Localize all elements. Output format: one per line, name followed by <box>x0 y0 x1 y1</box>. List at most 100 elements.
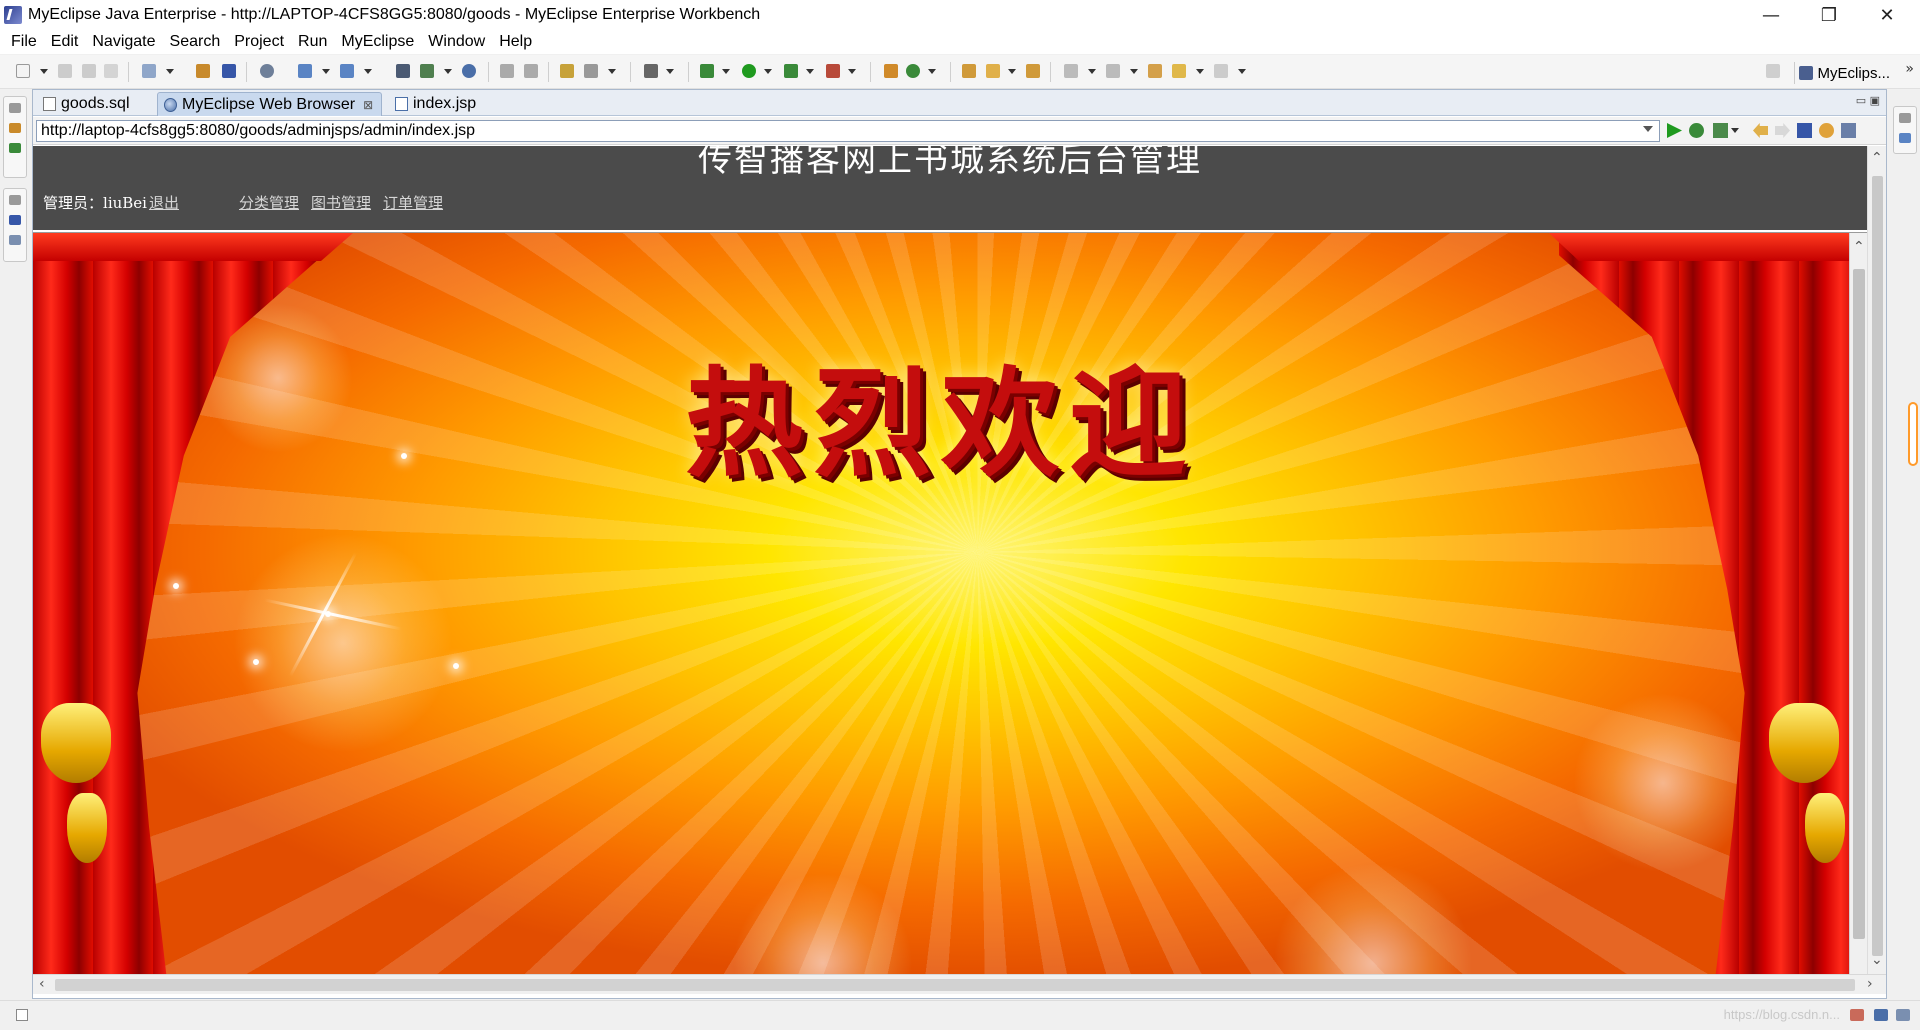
browser-refresh-icon[interactable] <box>1819 123 1834 138</box>
run-external-icon[interactable] <box>784 64 798 78</box>
perspective-more-icon[interactable]: » <box>1905 61 1914 77</box>
debug-dropdown-icon[interactable] <box>722 69 730 74</box>
wizard-icon[interactable] <box>298 64 312 78</box>
terminal-icon[interactable] <box>644 64 658 78</box>
coverage-dropdown-icon[interactable] <box>848 69 856 74</box>
browser-back-icon[interactable] <box>1753 123 1768 138</box>
update-icon[interactable] <box>1850 1009 1864 1021</box>
hierarchy-icon[interactable] <box>9 143 21 153</box>
run-config-dropdown-icon[interactable] <box>1731 128 1739 133</box>
folder-open-icon[interactable] <box>1026 64 1040 78</box>
tab-close-icon[interactable]: ⊠ <box>363 98 373 112</box>
scroll-right-arrow-icon[interactable]: › <box>1867 976 1873 992</box>
menu-search[interactable]: Search <box>163 33 228 51</box>
restore-view-icon-2[interactable] <box>9 195 21 205</box>
prev-annotation-dropdown-icon[interactable] <box>1130 69 1138 74</box>
progress-icon[interactable] <box>1896 1009 1910 1021</box>
next-annotation-icon[interactable] <box>1064 64 1078 78</box>
web-project-icon[interactable] <box>420 64 434 78</box>
category-management-link[interactable]: 分类管理 <box>239 192 299 213</box>
scroll-up-arrow-icon[interactable]: ⌃ <box>1871 150 1883 166</box>
tab-index-jsp[interactable]: index.jsp <box>389 92 484 116</box>
new-dropdown-icon[interactable] <box>40 69 48 74</box>
search-dropdown-icon[interactable] <box>608 69 616 74</box>
fast-view-icon[interactable] <box>16 1009 28 1021</box>
server-icon[interactable] <box>260 64 274 78</box>
menu-project[interactable]: Project <box>227 33 291 51</box>
perspective-switcher[interactable]: MyEclips... <box>1794 62 1894 84</box>
debug-page-icon[interactable] <box>1689 123 1704 138</box>
debug-icon[interactable] <box>700 64 714 78</box>
browser-stop-icon[interactable] <box>1797 123 1812 138</box>
logout-link[interactable]: 退出 <box>149 192 179 213</box>
scroll-up-arrow-icon[interactable]: ⌃ <box>1853 239 1865 255</box>
tab-goods-sql[interactable]: goods.sql <box>37 92 138 116</box>
back-dropdown-icon[interactable] <box>1196 69 1204 74</box>
back-history-icon[interactable] <box>500 64 514 78</box>
image-preview-icon[interactable] <box>9 235 21 245</box>
view-minimize-maximize-icon[interactable]: ▭ ▣ <box>1856 94 1880 107</box>
url-input[interactable] <box>36 120 1660 142</box>
menu-navigate[interactable]: Navigate <box>85 33 162 51</box>
restore-view-icon[interactable] <box>9 103 21 113</box>
scroll-down-arrow-icon[interactable]: ⌄ <box>1871 952 1883 968</box>
package-icon[interactable] <box>196 64 210 78</box>
new-icon[interactable] <box>16 64 30 78</box>
order-management-link[interactable]: 订单管理 <box>383 192 443 213</box>
run-external-dropdown-icon[interactable] <box>806 69 814 74</box>
terminal-dropdown-icon[interactable] <box>666 69 674 74</box>
outline-icon[interactable] <box>9 215 21 225</box>
coverage-icon[interactable] <box>826 64 840 78</box>
open-type-dropdown-icon[interactable] <box>166 69 174 74</box>
next-annotation-dropdown-icon[interactable] <box>1088 69 1096 74</box>
print-icon[interactable] <box>104 64 118 78</box>
side-grip-handle[interactable] <box>1908 402 1918 466</box>
forward-icon[interactable] <box>1214 64 1228 78</box>
browser-horizontal-scrollbar[interactable]: ‹ › <box>33 974 1886 994</box>
pencil-dropdown-icon[interactable] <box>1008 69 1016 74</box>
open-perspective-button-icon[interactable] <box>1766 64 1780 78</box>
save-icon[interactable] <box>58 64 72 78</box>
package-explorer-icon[interactable] <box>9 123 21 133</box>
prev-annotation-icon[interactable] <box>1106 64 1120 78</box>
deploy-icon[interactable] <box>222 64 236 78</box>
scroll-thumb[interactable] <box>1872 176 1883 956</box>
menu-run[interactable]: Run <box>291 33 334 51</box>
forward-history-icon[interactable] <box>524 64 538 78</box>
page-vertical-scrollbar[interactable]: ⌃ <box>1849 233 1867 974</box>
globe-icon[interactable] <box>462 64 476 78</box>
forward-dropdown-icon[interactable] <box>1238 69 1246 74</box>
book-management-link[interactable]: 图书管理 <box>311 192 371 213</box>
menu-help[interactable]: Help <box>492 33 539 51</box>
scroll-thumb[interactable] <box>55 979 1855 991</box>
go-icon[interactable] <box>1667 123 1682 138</box>
outline-view-icon[interactable] <box>1899 133 1911 143</box>
search-icon[interactable] <box>584 64 598 78</box>
menu-window[interactable]: Window <box>421 33 492 51</box>
restore-button[interactable]: ❐ <box>1800 0 1858 30</box>
url-history-dropdown-icon[interactable] <box>1643 126 1653 132</box>
browser-vertical-scrollbar[interactable]: ⌃ ⌄ <box>1867 146 1886 974</box>
scroll-thumb[interactable] <box>1853 269 1865 939</box>
new-interface-dropdown-icon[interactable] <box>928 69 936 74</box>
close-button[interactable]: ✕ <box>1858 0 1916 30</box>
menu-myeclipse[interactable]: MyEclipse <box>334 33 421 51</box>
run-icon[interactable] <box>742 64 756 78</box>
new-interface-icon[interactable] <box>906 64 920 78</box>
tab-myeclipse-web-browser[interactable]: MyEclipse Web Browser ⊠ <box>157 92 383 116</box>
back-icon[interactable] <box>1172 64 1186 78</box>
save-all-icon[interactable] <box>82 64 96 78</box>
restore-right-view-icon[interactable] <box>1899 113 1911 123</box>
wizard2-dropdown-icon[interactable] <box>364 69 372 74</box>
wizard-dropdown-icon[interactable] <box>322 69 330 74</box>
run-config-icon[interactable] <box>1713 123 1728 138</box>
menu-file[interactable]: File <box>4 33 44 51</box>
open-perspective-icon[interactable] <box>396 64 410 78</box>
wizard2-icon[interactable] <box>340 64 354 78</box>
open-type-icon[interactable] <box>142 64 156 78</box>
new-class-icon[interactable] <box>884 64 898 78</box>
monitor-icon[interactable] <box>1874 1009 1888 1021</box>
task-icon[interactable] <box>560 64 574 78</box>
minimize-button[interactable]: — <box>1742 0 1800 30</box>
browser-settings-icon[interactable] <box>1841 123 1856 138</box>
